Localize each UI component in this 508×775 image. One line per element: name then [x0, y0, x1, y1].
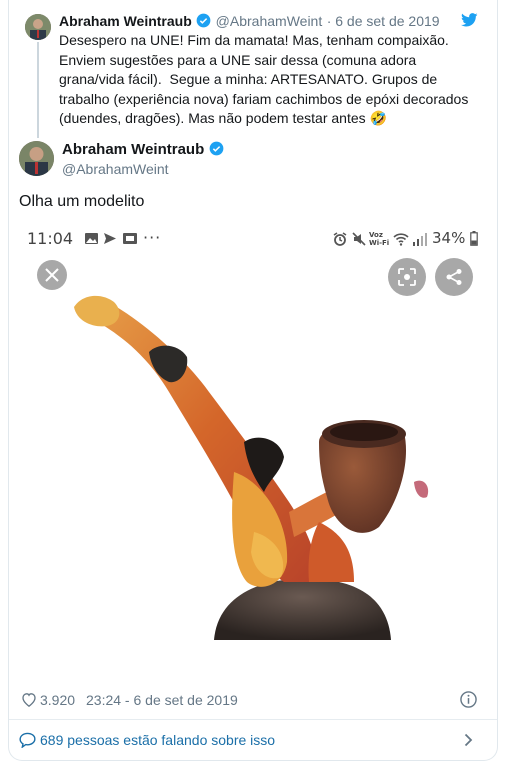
gallery-alt-icon: [123, 233, 137, 244]
conversation-link[interactable]: 689 pessoas estão falando sobre isso: [9, 720, 497, 760]
quoted-header: Abraham Weintraub @AbrahamWeint · 6 de s…: [59, 13, 440, 31]
tweet-card: Abraham Weintraub @AbrahamWeint · 6 de s…: [8, 0, 498, 761]
epoxy-pipe-photo: [74, 295, 429, 640]
alarm-icon: [333, 232, 347, 246]
signal-icon: [413, 233, 427, 246]
battery-icon: [470, 231, 478, 246]
main-handle[interactable]: @AbrahamWeint: [62, 161, 169, 177]
tweet-timestamp[interactable]: 23:24 - 6 de set de 2019: [86, 692, 238, 708]
main-text: Olha um modelito: [19, 193, 145, 210]
rofl-emoji: 🤣: [369, 110, 387, 126]
info-icon[interactable]: [460, 691, 477, 708]
verified-badge-icon: [209, 141, 224, 156]
quoted-handle[interactable]: @AbrahamWeint: [216, 13, 323, 29]
heart-icon[interactable]: [21, 692, 37, 707]
attached-image[interactable]: 11:04 ··· Voz Wi-Fi 34%: [19, 222, 485, 674]
battery-percent: 34%: [432, 229, 466, 247]
quoted-date[interactable]: · 6 de set de 2019: [327, 13, 440, 29]
send-icon: [104, 233, 116, 244]
more-notifications: ···: [143, 228, 162, 247]
thread-connector: [37, 42, 39, 138]
speech-bubble-icon: [19, 732, 36, 748]
talking-count: 689 pessoas estão falando sobre isso: [40, 732, 276, 748]
volte-indicator: Voz Wi-Fi: [369, 231, 390, 247]
close-icon: [45, 268, 59, 282]
quoted-name[interactable]: Abraham Weintraub: [59, 13, 192, 29]
like-count[interactable]: 3.920: [40, 692, 75, 708]
phone-status-bar: 11:04 ··· Voz Wi-Fi 34%: [27, 228, 478, 250]
quoted-avatar[interactable]: [25, 14, 51, 40]
main-name[interactable]: Abraham Weintraub: [62, 141, 204, 158]
twitter-bird-icon[interactable]: [461, 13, 478, 27]
quoted-text: Desespero na UNE! Fim da mamata! Mas, te…: [59, 31, 489, 129]
quoted-body: Desespero na UNE! Fim da mamata! Mas, te…: [59, 32, 469, 126]
phone-time: 11:04: [27, 229, 74, 248]
verified-badge-icon: [196, 13, 211, 28]
wifi-icon: [393, 233, 409, 246]
chevron-right-icon: [464, 733, 473, 747]
gallery-icon: [85, 233, 98, 244]
main-header: Abraham Weintraub: [62, 141, 224, 159]
main-avatar[interactable]: [19, 141, 54, 176]
mute-icon: [352, 232, 366, 246]
